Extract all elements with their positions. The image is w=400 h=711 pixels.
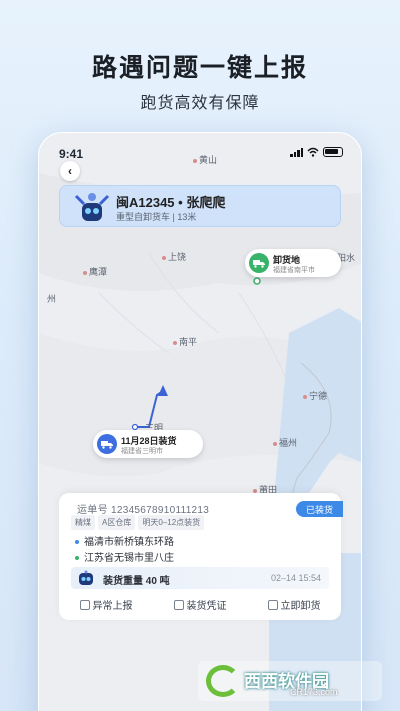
back-button[interactable]: ‹	[60, 161, 80, 181]
load-marker[interactable]: 11月28日装货 福建省三明市	[93, 430, 203, 458]
load-datetime: 02–14 15:54	[270, 573, 321, 583]
load-weight: 装货重量 40 吨	[103, 576, 170, 587]
status-badge: 已装货	[295, 501, 343, 517]
load-subtitle: 福建省三明市	[121, 448, 163, 455]
driver-card[interactable]: 闽A12345 • 张爬爬 重型自卸货车 | 13米	[59, 185, 341, 227]
chevron-left-icon: ‹	[68, 164, 72, 178]
robot-avatar-icon	[74, 193, 110, 221]
watermark: 西西软件园 CR173.com	[198, 661, 382, 701]
tag-warehouse: A区仓库	[98, 515, 136, 530]
signal-icon	[290, 147, 303, 157]
watermark-logo-icon	[206, 665, 240, 697]
truck-icon	[97, 434, 117, 454]
truck-icon	[249, 253, 269, 273]
report-issue-button[interactable]: 异常上报	[79, 597, 133, 612]
phone-mockup: 黄山 上饶 鹰潭 南平 三明 福州 宁德 莆田 州 阳水 9:41 ‹ 闽A12…	[38, 132, 362, 711]
wifi-icon	[307, 147, 319, 157]
place-ningde: 宁德	[303, 389, 327, 402]
status-bar: 9:41	[39, 143, 361, 163]
load-proof-button[interactable]: 装货凭证	[173, 597, 227, 612]
watermark-url: CR173.com	[290, 687, 338, 697]
vehicle-meta: 重型自卸货车 | 13米	[116, 212, 197, 222]
battery-icon	[323, 147, 343, 157]
waybill-number: 运单号 12345678910111213	[77, 505, 210, 516]
tag-cargo: 精煤	[71, 515, 95, 530]
place-yingtan: 鹰潭	[83, 265, 107, 278]
driver-name: 闽A12345 • 张爬爬	[116, 195, 226, 210]
order-card[interactable]: 运单号 12345678910111213 已装货 精煤 A区仓库 明天0–12…	[59, 493, 343, 620]
promo-subline: 跑货高效有保障	[140, 95, 260, 112]
robot-icon	[79, 570, 93, 585]
action-bar: 异常上报 装货凭证 立即卸货	[59, 597, 341, 612]
unload-marker[interactable]: 卸货地 福建省南平市	[245, 249, 341, 277]
place-zhou: 州	[47, 294, 57, 304]
truck-icon	[267, 599, 278, 610]
status-time: 9:41	[59, 147, 84, 161]
promo-headline: 路遇问题一键上报	[91, 54, 308, 82]
weight-bar: 装货重量 40 吨 02–14 15:54	[71, 567, 329, 589]
origin-address: 福清市新桥镇东环路	[75, 533, 174, 548]
place-shangrao: 上饶	[162, 250, 186, 263]
destination-address: 江苏省无锡市里八庄	[75, 549, 174, 564]
place-nanping: 南平	[173, 335, 197, 348]
report-icon	[79, 599, 90, 610]
unload-subtitle: 福建省南平市	[273, 267, 315, 274]
receipt-icon	[173, 599, 184, 610]
order-tags: 精煤 A区仓库 明天0–12点装货	[71, 515, 205, 530]
unload-now-button[interactable]: 立即卸货	[267, 597, 321, 612]
tag-load-time: 明天0–12点装货	[138, 515, 205, 530]
place-fuzhou: 福州	[273, 436, 297, 449]
